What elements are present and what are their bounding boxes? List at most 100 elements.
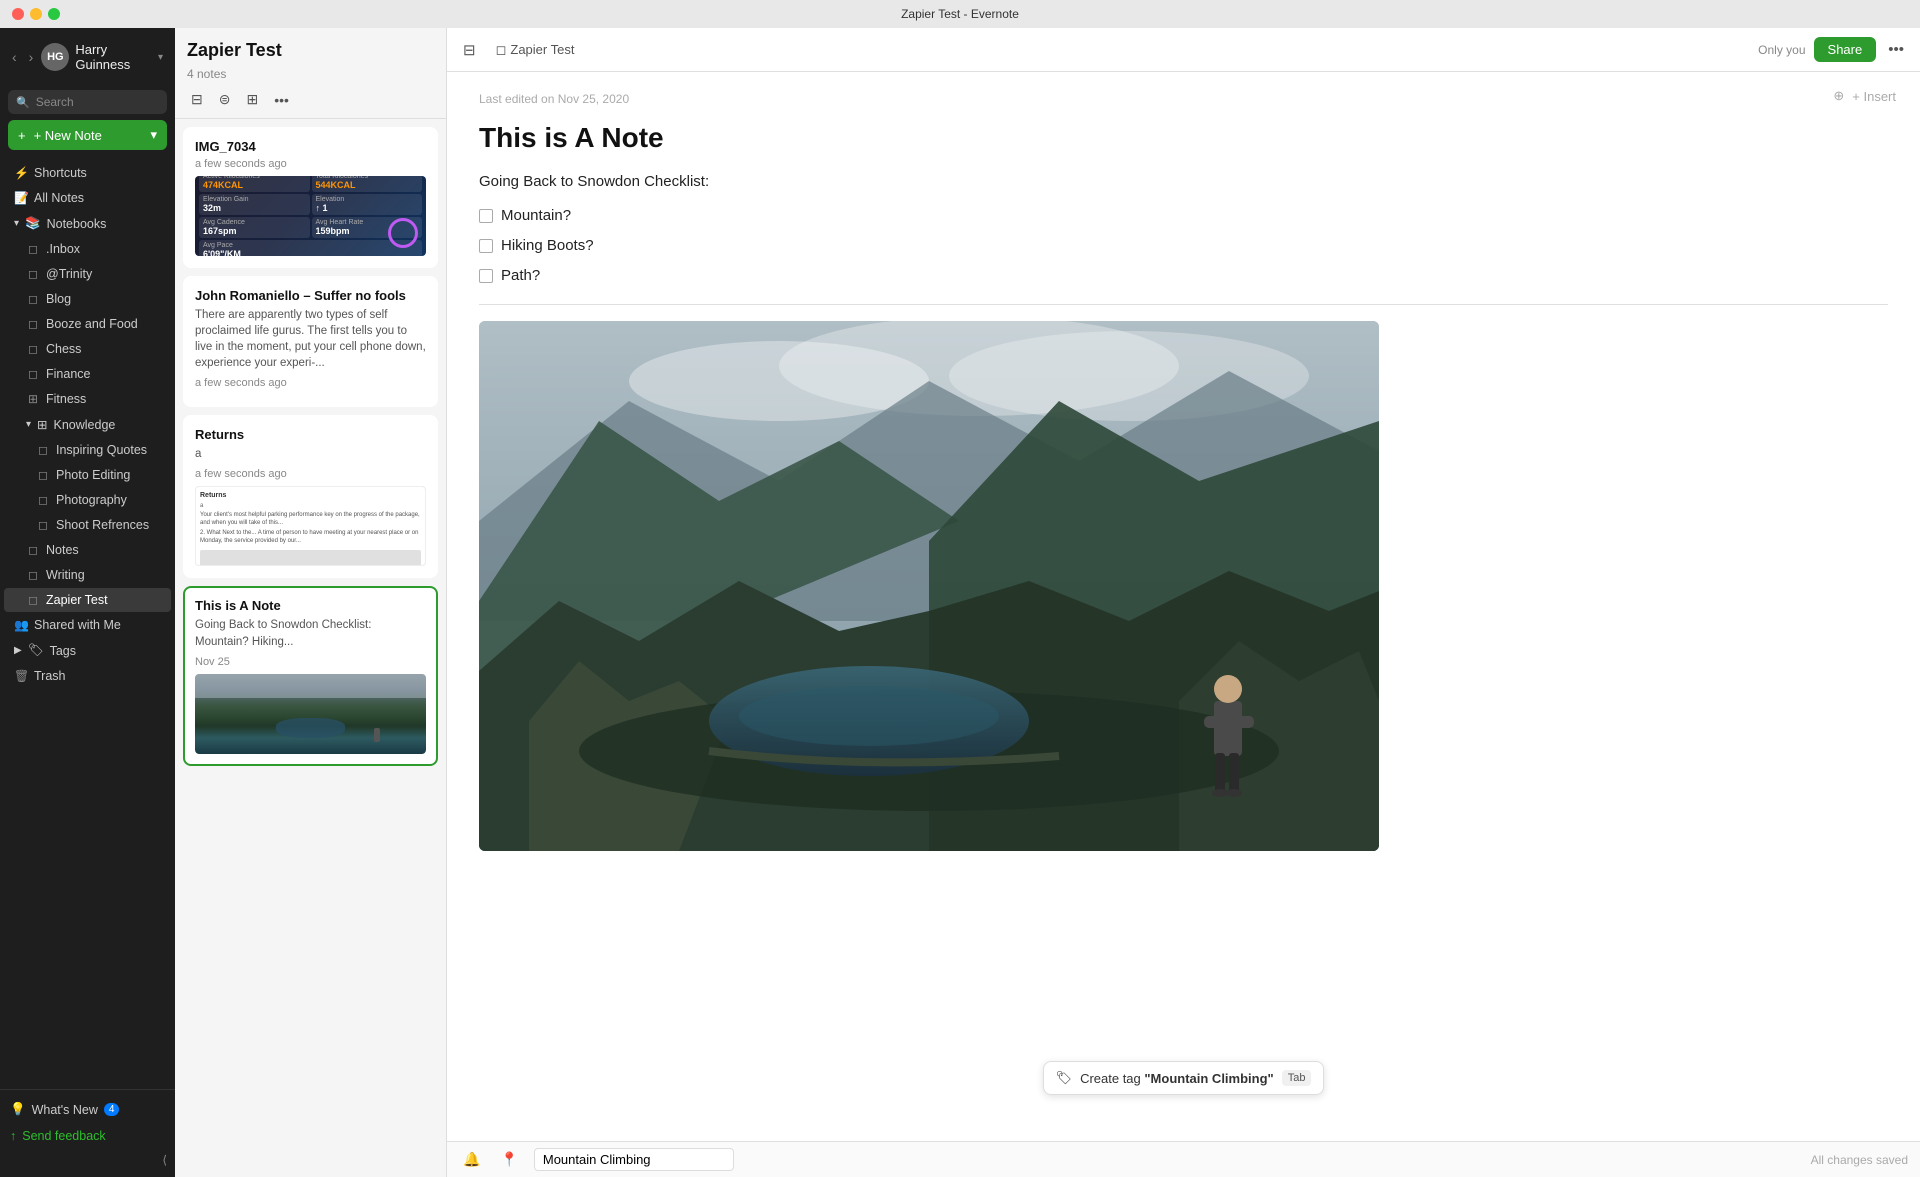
sidebar-item-photo-editing[interactable]: ◻ Photo Editing [4,463,171,487]
new-note-button[interactable]: + + New Note ▾ [8,120,167,150]
sidebar-item-photography[interactable]: ◻ Photography [4,488,171,512]
notebook-icon: ◻ [26,242,40,256]
new-note-left: + + New Note [18,128,102,143]
sidebar-item-chess[interactable]: ◻ Chess [4,337,171,361]
sidebar-item-knowledge[interactable]: ▾ ⊞ Knowledge [4,412,171,437]
location-icon-button[interactable]: 📍 [496,1149,521,1170]
note-card-title: John Romaniello – Suffer no fools [195,288,426,303]
sidebar-item-finance[interactable]: ◻ Finance [4,362,171,386]
sidebar-item-blog[interactable]: ◻ Blog [4,287,171,311]
checkbox-hiking[interactable] [479,239,493,253]
stack-icon: ⊞ [37,417,47,432]
stat-value: 6'09"/KM [203,249,418,256]
stat-label: Elevation [316,196,419,203]
more-options-button[interactable]: ••• [270,90,293,110]
note-card-john[interactable]: John Romaniello – Suffer no fools There … [183,276,438,407]
editor-content[interactable]: Last edited on Nov 25, 2020 ⊕ + Insert T… [447,72,1920,1141]
tag-input[interactable] [534,1148,734,1171]
filter-button[interactable]: ⊟ [187,89,207,110]
expand-icon: ▶ [14,645,22,656]
sidebar-item-inspiring-quotes[interactable]: ◻ Inspiring Quotes [4,438,171,462]
stat-active-kcal: Active Kilocalories 474KCAL [199,176,310,192]
back-icon-button[interactable]: ⊟ [459,37,480,63]
note-thumbnail-mountain [195,674,426,754]
insert-label[interactable]: + Insert [1852,89,1896,104]
breadcrumb-notebook-name: Zapier Test [510,42,574,57]
whats-new-button[interactable]: 💡 What's New 4 [0,1096,175,1123]
note-card-img7034[interactable]: IMG_7034 a few seconds ago Active Kiloca… [183,127,438,268]
checklist-item-hiking[interactable]: Hiking Boots? [479,234,1888,258]
stat-label: Avg Pace [203,242,418,249]
sidebar-item-fitness[interactable]: ⊞ Fitness [4,387,171,411]
sidebar-item-zapier-test[interactable]: ◻ Zapier Test [4,588,171,612]
collapse-sidebar-button[interactable]: ⟨ [0,1149,175,1171]
user-profile[interactable]: HG Harry Guinness ▾ [37,36,167,78]
sidebar-item-shoot-refs[interactable]: ◻ Shoot Refrences [4,513,171,537]
notes-panel-header: Zapier Test 4 notes ⊟ ⊜ ⊞ ••• [175,28,446,119]
notes-label: Notes [46,543,79,557]
tab-label: Tab [1282,1070,1312,1086]
sidebar-bottom: 💡 What's New 4 ↑ Send feedback ⟨ [0,1089,175,1177]
share-button[interactable]: Share [1814,37,1877,62]
sidebar-item-writing[interactable]: ◻ Writing [4,563,171,587]
tag-icon: 🏷 [1056,1070,1073,1086]
checkbox-mountain[interactable] [479,209,493,223]
checklist-header: Going Back to Snowdon Checklist: [479,170,1888,194]
notebook-icon: ◻ [26,317,40,331]
stat-avg-cadence: Avg Cadence 167spm [199,217,310,238]
notebooks-expand-icon: ▾ [14,218,19,229]
sidebar-item-inbox[interactable]: ◻ .Inbox [4,237,171,261]
note-card-title: This is A Note [195,598,426,613]
sidebar-top: ‹ › HG Harry Guinness ▾ [0,28,175,86]
note-body[interactable]: Going Back to Snowdon Checklist: Mountai… [479,170,1888,288]
fitness-label: Fitness [46,392,86,406]
checkbox-path[interactable] [479,269,493,283]
forward-button[interactable]: › [25,47,38,67]
sidebar-item-trinity[interactable]: ◻ @Trinity [4,262,171,286]
zapier-test-label: Zapier Test [46,593,108,607]
minimize-button[interactable] [30,8,42,20]
knowledge-label: Knowledge [54,418,116,432]
checklist-item-mountain[interactable]: Mountain? [479,204,1888,228]
stat-value: 167spm [203,226,306,236]
sidebar-item-trash[interactable]: 🗑 Trash [4,664,171,688]
notebooks-icon: 📚 [25,216,41,231]
sidebar-item-shortcuts[interactable]: ⚡ Shortcuts [4,161,171,185]
close-button[interactable] [12,8,24,20]
view-toggle-button[interactable]: ⊞ [242,89,262,110]
notebooks-label: Notebooks [47,217,107,231]
feedback-button[interactable]: ↑ Send feedback [0,1123,175,1149]
sidebar-item-booze[interactable]: ◻ Booze and Food [4,312,171,336]
doc-body: Your client's most helpful parking perfo… [200,512,421,528]
notebook-icon: ◻ [36,518,50,532]
editor-panel: ⊟ ◻ Zapier Test Only you Share ••• Last … [447,28,1920,1177]
stat-total-kcal: Total Kilocalories 544KCAL [312,176,423,192]
bell-icon-button[interactable]: 🔔 [459,1149,484,1170]
maximize-button[interactable] [48,8,60,20]
more-options-button[interactable]: ••• [1884,37,1908,62]
sort-button[interactable]: ⊜ [215,89,235,110]
notebooks-header[interactable]: ▾ 📚 Notebooks [4,211,171,236]
stat-label: Elevation Gain [203,196,306,203]
sidebar-item-tags[interactable]: ▶ 🏷 Tags [4,638,171,663]
search-box[interactable]: 🔍 Search [8,90,167,114]
new-note-label: + New Note [34,128,102,143]
photo-editing-label: Photo Editing [56,468,130,482]
note-title[interactable]: This is A Note [479,122,1888,154]
sidebar-item-notes[interactable]: ◻ Notes [4,538,171,562]
tags-label: Tags [50,644,76,658]
note-card-this-is-a-note[interactable]: This is A Note Going Back to Snowdon Che… [183,586,438,765]
breadcrumb-notebook[interactable]: ◻ Zapier Test [496,42,575,58]
notebook-icon: ◻ [26,568,40,582]
notes-panel: Zapier Test 4 notes ⊟ ⊜ ⊞ ••• IMG_7034 a… [175,28,447,1177]
checklist-item-path[interactable]: Path? [479,264,1888,288]
sidebar-item-shared[interactable]: 👥 Shared with Me [4,613,171,637]
note-card-time: a few seconds ago [195,377,426,389]
photography-label: Photography [56,493,127,507]
sidebar-item-all-notes[interactable]: 📝 All Notes [4,186,171,210]
back-button[interactable]: ‹ [8,47,21,67]
shoot-refs-label: Shoot Refrences [56,518,149,532]
notebook-icon: ◻ [26,543,40,557]
note-card-returns[interactable]: Returns a a few seconds ago Returns a Yo… [183,415,438,578]
shortcuts-icon: ⚡ [14,166,28,180]
